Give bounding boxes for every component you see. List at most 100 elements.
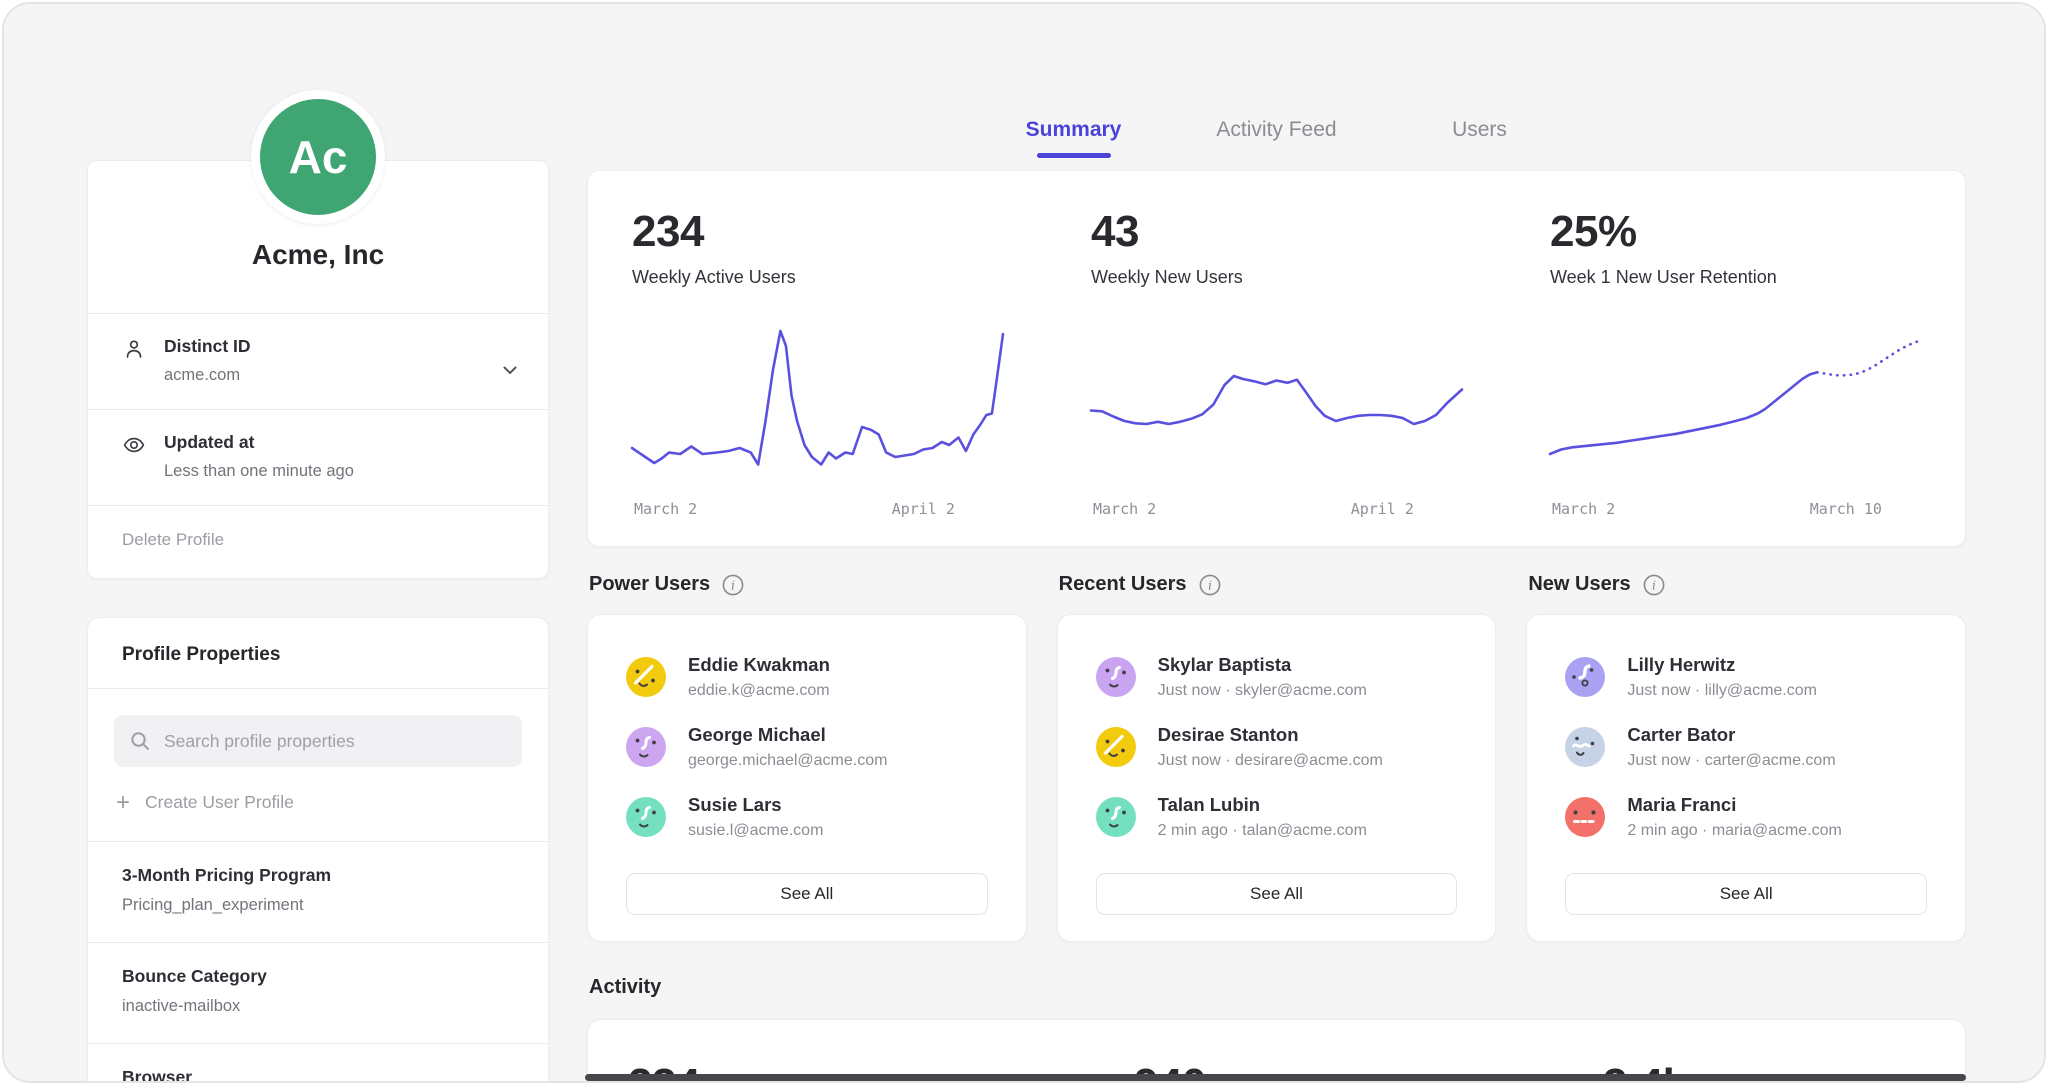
user-meta: george.michael@acme.com: [688, 752, 887, 770]
x-axis-label-right: March 10: [1810, 500, 1882, 518]
tab-summary[interactable]: Summary: [972, 110, 1175, 158]
user-meta: susie.l@acme.com: [688, 822, 823, 840]
user-name: Lilly Herwitz: [1627, 654, 1817, 676]
user-avatar: [1565, 727, 1605, 767]
tab-users[interactable]: Users: [1378, 110, 1581, 158]
info-icon[interactable]: i: [1199, 574, 1221, 596]
user-name: Desirae Stanton: [1158, 724, 1383, 746]
profile-properties-card: Profile Properties + Create User Profile…: [87, 617, 549, 1083]
window-bottom-bar: [585, 1074, 1966, 1081]
profile-properties-search-wrap: [88, 688, 548, 767]
property-name: 3-Month Pricing Program: [122, 865, 514, 886]
x-axis-label-left: March 2: [1552, 500, 1615, 518]
user-row[interactable]: Eddie Kwakman eddie.k@acme.com: [626, 643, 988, 713]
active-tab-underline: [1037, 153, 1111, 158]
eye-icon: [122, 433, 146, 457]
profile-field-label: Updated at: [164, 432, 522, 453]
profile-field-row: Distinct ID acme.com: [88, 313, 548, 409]
stat-value: 234: [632, 207, 1003, 257]
chevron-down-icon[interactable]: [498, 358, 522, 382]
x-axis-label-right: April 2: [892, 500, 955, 518]
line-chart: [632, 328, 1003, 478]
user-name: Eddie Kwakman: [688, 654, 830, 676]
user-row[interactable]: Carter Bator Just now · carter@acme.com: [1565, 713, 1927, 783]
user-sections: Power Users i Eddie Kwakman eddie.k@acme…: [587, 573, 1966, 942]
user-meta: Just now · lilly@acme.com: [1627, 682, 1817, 700]
chart-series-retention_projected: [1817, 342, 1917, 376]
user-meta: eddie.k@acme.com: [688, 682, 830, 700]
user-row[interactable]: George Michael george.michael@acme.com: [626, 713, 988, 783]
see-all-button[interactable]: See All: [1096, 873, 1458, 915]
profile-field-label: Distinct ID: [164, 336, 480, 357]
user-section-new-users: New Users i Lilly Herwitz Just now · lil…: [1526, 573, 1966, 942]
user-row[interactable]: Lilly Herwitz Just now · lilly@acme.com: [1565, 643, 1927, 713]
user-meta: 2 min ago · maria@acme.com: [1627, 822, 1842, 840]
info-icon[interactable]: i: [722, 574, 744, 596]
user-list-card: Skylar Baptista Just now · skyler@acme.c…: [1057, 614, 1497, 942]
x-axis-label-left: March 2: [634, 500, 697, 518]
user-row[interactable]: Skylar Baptista Just now · skyler@acme.c…: [1096, 643, 1458, 713]
user-avatar: [1565, 657, 1605, 697]
user-row[interactable]: Talan Lubin 2 min ago · talan@acme.com: [1096, 783, 1458, 853]
profile-property-item: Browser Chrome: [88, 1043, 548, 1083]
stat-label: Week 1 New User Retention: [1550, 267, 1921, 288]
create-user-profile-label: Create User Profile: [145, 792, 294, 813]
user-row[interactable]: Desirae Stanton Just now · desirare@acme…: [1096, 713, 1458, 783]
create-user-profile-button[interactable]: + Create User Profile: [88, 767, 548, 841]
property-value: Pricing_plan_experiment: [122, 896, 514, 915]
user-meta: 2 min ago · talan@acme.com: [1158, 822, 1367, 840]
line-chart: [1550, 328, 1921, 478]
x-axis-label-left: March 2: [1093, 500, 1156, 518]
stat-column: 234 Weekly Active Users March 2 April 2: [588, 171, 1047, 546]
profile-property-item: 3-Month Pricing Program Pricing_plan_exp…: [88, 841, 548, 942]
user-meta: Just now · skyler@acme.com: [1158, 682, 1367, 700]
profile-properties-title: Profile Properties: [88, 618, 548, 688]
app-window: Ac Acme, Inc Distinct ID acme.com Update…: [2, 2, 2046, 1083]
user-list-card: Eddie Kwakman eddie.k@acme.com George Mi…: [587, 614, 1027, 942]
profile-field-row: Updated at Less than one minute ago: [88, 409, 548, 505]
chart-x-axis: March 2 April 2: [1091, 494, 1462, 520]
stat-value: 25%: [1550, 207, 1921, 257]
user-list-card: Lilly Herwitz Just now · lilly@acme.com …: [1526, 614, 1966, 942]
user-avatar: [626, 657, 666, 697]
profile-sidebar: Ac Acme, Inc Distinct ID acme.com Update…: [87, 90, 549, 1083]
user-avatar: [1096, 797, 1136, 837]
main-content: Summary Activity Feed Users 234 Weekly A…: [587, 110, 1966, 1083]
user-section-power-users: Power Users i Eddie Kwakman eddie.k@acme…: [587, 573, 1027, 942]
stat-column: 25% Week 1 New User Retention March 2 Ma…: [1506, 171, 1965, 546]
stat-label: Weekly New Users: [1091, 267, 1462, 288]
see-all-button[interactable]: See All: [1565, 873, 1927, 915]
user-row[interactable]: Susie Lars susie.l@acme.com: [626, 783, 988, 853]
line-chart: [1091, 328, 1462, 478]
activity-title: Activity: [589, 976, 1966, 999]
user-section-title: Recent Users: [1059, 573, 1187, 596]
delete-profile-button[interactable]: Delete Profile: [88, 505, 548, 578]
stat-label: Weekly Active Users: [632, 267, 1003, 288]
user-avatar: [1096, 727, 1136, 767]
plus-icon: +: [116, 794, 130, 812]
user-name: Skylar Baptista: [1158, 654, 1367, 676]
stat-value: 43: [1091, 207, 1462, 257]
user-section-recent-users: Recent Users i Skylar Baptista Just now …: [1057, 573, 1497, 942]
search-box[interactable]: [114, 715, 522, 767]
svg-text:i: i: [731, 577, 735, 592]
info-icon[interactable]: i: [1643, 574, 1665, 596]
profile-property-item: Bounce Category inactive-mailbox: [88, 942, 548, 1043]
property-value: inactive-mailbox: [122, 997, 514, 1016]
company-avatar: Ac: [251, 90, 385, 224]
svg-text:i: i: [1652, 577, 1656, 592]
chart-series-retention_actual: [1550, 372, 1817, 454]
tab-activity-feed[interactable]: Activity Feed: [1175, 110, 1378, 158]
profile-field-value: acme.com: [164, 366, 480, 385]
chart-series-weekly_active_users: [632, 331, 1003, 465]
chart-series-weekly_new_users: [1091, 376, 1462, 424]
user-name: Talan Lubin: [1158, 794, 1367, 816]
search-input[interactable]: [162, 730, 507, 753]
user-name: George Michael: [688, 724, 887, 746]
user-row[interactable]: Maria Franci 2 min ago · maria@acme.com: [1565, 783, 1927, 853]
activity-section: Activity 2349403.4k: [587, 976, 1966, 1083]
see-all-button[interactable]: See All: [626, 873, 988, 915]
user-section-title: New Users: [1528, 573, 1630, 596]
summary-stats-card: 234 Weekly Active Users March 2 April 2 …: [587, 170, 1966, 547]
user-meta: Just now · carter@acme.com: [1627, 752, 1835, 770]
